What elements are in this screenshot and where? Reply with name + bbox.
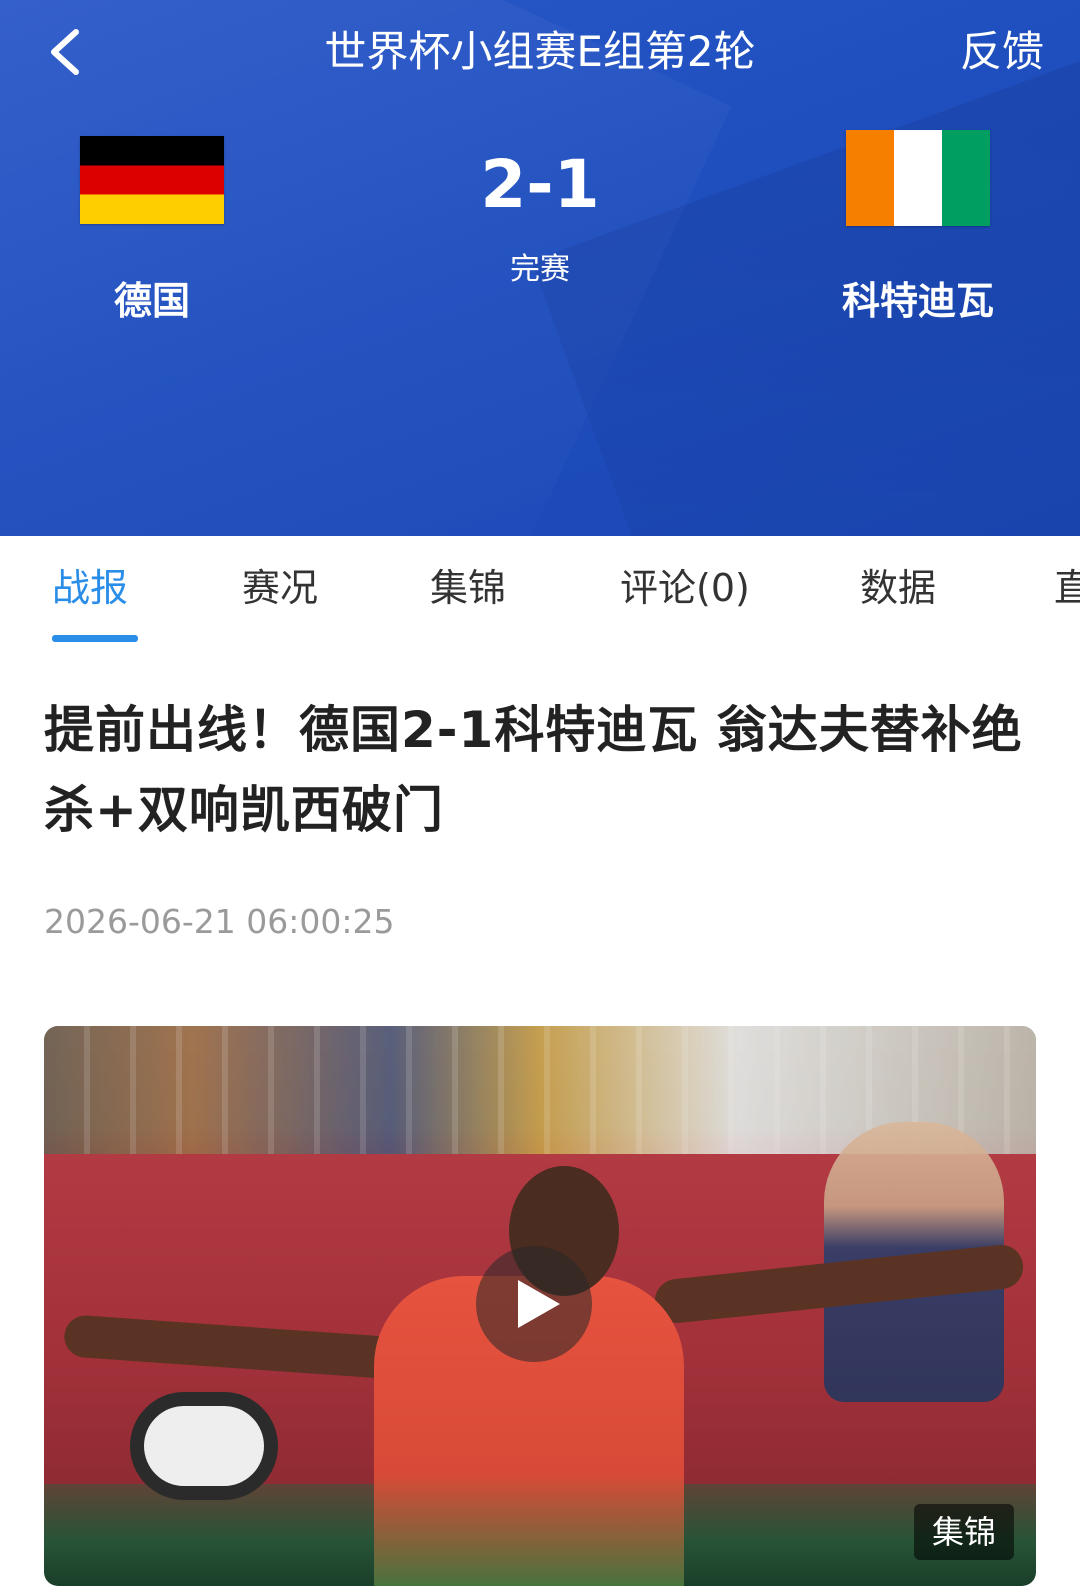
tab-live-stream[interactable]: 直 — [1054, 562, 1080, 614]
page-title: 世界杯小组赛E组第2轮 — [324, 27, 756, 76]
germany-flag-icon — [80, 136, 224, 224]
cote-divoire-flag-icon — [846, 130, 990, 226]
feedback-button[interactable]: 反馈 — [960, 22, 1044, 82]
tab-live[interactable]: 赛况 — [242, 562, 318, 614]
back-button[interactable] — [38, 22, 98, 82]
tab-highlights[interactable]: 集锦 — [430, 562, 506, 614]
tab-bar: 战报 赛况 集锦 评论(0) 数据 直 — [0, 536, 1080, 648]
article-headline: 提前出线！德国2-1科特迪瓦 翁达夫替补绝杀+双响凯西破门 — [44, 701, 1023, 839]
home-team[interactable]: 德国 — [22, 130, 282, 326]
play-button[interactable] — [476, 1246, 592, 1362]
article-timestamp: 2026-06-21 06:00:25 — [44, 902, 395, 941]
home-team-name: 德国 — [113, 279, 190, 323]
away-team[interactable]: 科特迪瓦 — [788, 130, 1048, 326]
match-score: 2-1 — [480, 146, 600, 223]
play-icon — [518, 1280, 560, 1328]
tab-comments[interactable]: 评论(0) — [620, 562, 750, 614]
tab-report[interactable]: 战报 — [52, 562, 128, 614]
away-team-name: 科特迪瓦 — [841, 279, 994, 323]
match-status: 完赛 — [510, 252, 570, 287]
video-thumbnail-camera — [144, 1406, 264, 1486]
tab-stats[interactable]: 数据 — [860, 562, 936, 614]
highlights-badge: 集锦 — [913, 1504, 1014, 1560]
active-tab-indicator — [52, 635, 138, 642]
highlight-video[interactable]: 集锦 — [44, 1026, 1036, 1586]
chevron-left-icon — [51, 29, 79, 75]
match-header: 世界杯小组赛E组第2轮 反馈 德国 2-1 完赛 科特迪瓦 — [0, 0, 1080, 536]
